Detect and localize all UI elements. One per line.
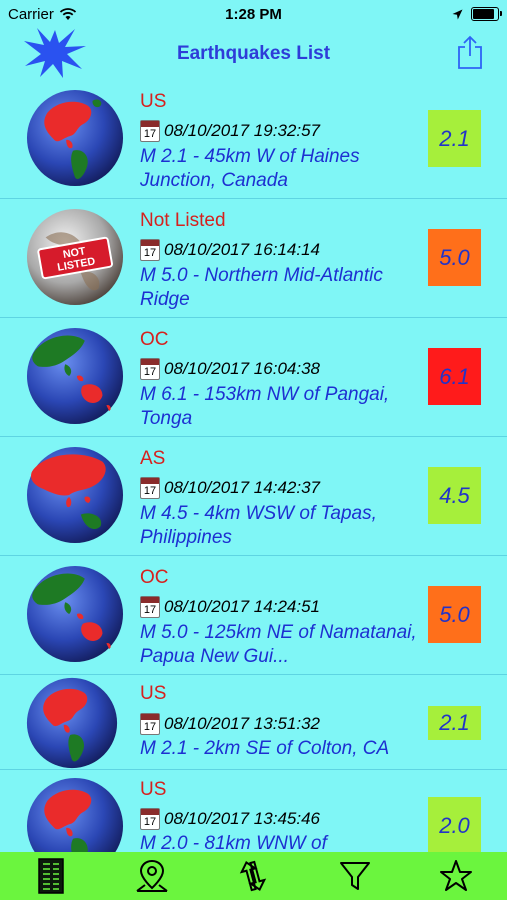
tab-sort[interactable] [233,856,273,896]
list-icon [37,858,64,894]
quake-title: M 6.1 - 153km NW of Pangai, Tonga [140,384,390,429]
filter-icon [339,862,370,890]
tab-filter[interactable] [335,856,375,896]
datetime: 17 08/10/2017 14:42:37 [140,477,320,499]
magnitude-badge: 5.0 [428,586,481,643]
list-item[interactable]: OC 17 08/10/2017 16:04:38 M 6.1 - 153km … [0,318,507,437]
date-label: 08/10/2017 14:42:37 [164,478,320,497]
wifi-icon [59,7,76,20]
carrier-label: Carrier [8,5,54,23]
app-logo-icon [24,28,86,78]
date-label: 08/10/2017 16:14:14 [164,240,320,259]
status-right [452,7,502,21]
quake-title: M 2.1 - 45km W of Haines Junction, Canad… [140,146,360,191]
quake-title: M 2.1 - 2km SE of Colton, CA [140,738,390,759]
quake-title: M 2.0 - 81km WNW of [140,833,327,852]
status-left: Carrier [8,6,77,23]
region-label: OC [140,329,169,350]
datetime: 17 08/10/2017 14:24:51 [140,596,320,618]
date-label: 08/10/2017 16:04:38 [164,359,320,378]
earthquake-list[interactable]: US 17 08/10/2017 19:32:57 M 2.1 - 45km W… [0,80,507,852]
globe-oceania-icon [26,565,124,663]
calendar-icon: 17 [140,239,160,261]
list-item[interactable]: US 17 08/10/2017 19:32:57 M 2.1 - 45km W… [0,80,507,199]
region-label: Not Listed [140,210,226,231]
tab-list[interactable] [31,856,71,896]
region-label: US [140,91,167,112]
tab-map[interactable] [132,856,172,896]
list-item[interactable]: US 17 08/10/2017 13:51:32 M 2.1 - 2km SE… [0,675,507,770]
datetime: 17 08/10/2017 13:51:32 [140,713,320,735]
globe-americas-icon [26,677,118,769]
region-label: AS [140,448,166,469]
quake-title: M 4.5 - 4km WSW of Tapas, Philippines [140,503,377,548]
calendar-icon: 17 [140,596,160,618]
not-listed-globe-icon: NOT LISTED [26,208,124,306]
nav-bar: Earthquakes List [0,28,507,80]
star-icon [440,860,473,891]
date-label: 08/10/2017 13:45:46 [164,809,320,828]
region-label: US [140,779,167,800]
magnitude-badge: 2.1 [428,706,481,740]
date-label: 08/10/2017 19:32:57 [164,121,320,140]
list-item[interactable]: AS 17 08/10/2017 14:42:37 M 4.5 - 4km WS… [0,437,507,556]
magnitude-badge: 4.5 [428,467,481,524]
calendar-icon: 17 [140,120,160,142]
magnitude-badge: 6.1 [428,348,481,405]
date-label: 08/10/2017 13:51:32 [164,714,320,733]
map-pin-icon [136,859,168,892]
datetime: 17 08/10/2017 19:32:57 [140,120,320,142]
page-title: Earthquakes List [176,43,331,64]
sort-icon [240,860,267,892]
date-label: 08/10/2017 14:24:51 [164,597,320,616]
magnitude-badge: 2.0 [428,797,481,852]
globe-asia-icon [26,446,124,544]
status-bar: Carrier 1:28 PM [0,0,507,28]
list-item[interactable]: OC 17 08/10/2017 14:24:51 M 5.0 - 125km … [0,556,507,675]
calendar-icon: 17 [140,358,160,380]
calendar-icon: 17 [140,477,160,499]
tab-favorites[interactable] [436,856,476,896]
quake-title: M 5.0 - 125km NE of Namatanai, Papua New… [140,622,417,667]
share-icon[interactable] [455,34,485,70]
datetime: 17 08/10/2017 16:14:14 [140,239,320,261]
calendar-icon: 17 [140,808,160,830]
globe-americas-icon [26,89,124,187]
datetime: 17 08/10/2017 13:45:46 [140,808,320,830]
battery-icon [471,7,502,21]
list-item[interactable]: NOT LISTED Not Listed 17 08/10/2017 16:1… [0,199,507,318]
calendar-icon: 17 [140,713,160,735]
globe-americas-icon [26,777,124,852]
location-arrow-icon [452,9,463,19]
magnitude-badge: 5.0 [428,229,481,286]
magnitude-badge: 2.1 [428,110,481,167]
globe-oceania-icon [26,327,124,425]
datetime: 17 08/10/2017 16:04:38 [140,358,320,380]
region-label: US [140,683,167,704]
tab-bar [0,852,507,900]
region-label: OC [140,567,169,588]
quake-title: M 5.0 - Northern Mid-Atlantic Ridge [140,265,383,310]
list-item[interactable]: US 17 08/10/2017 13:45:46 M 2.0 - 81km W… [0,770,507,852]
